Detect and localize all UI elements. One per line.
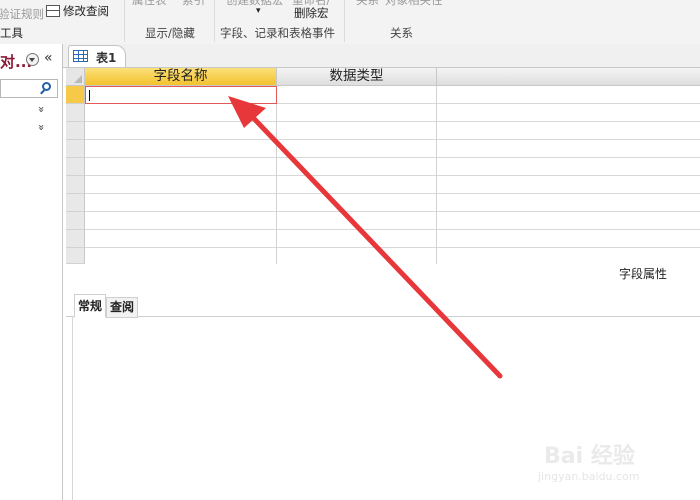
watermark: Bai 经验 jingyan.baidu.com <box>536 420 696 490</box>
watermark-url: jingyan.baidu.com <box>538 470 640 483</box>
tab-general[interactable]: 常规 <box>74 294 107 318</box>
watermark-brand: Bai 经验 <box>544 444 635 469</box>
arrow-shaft <box>237 101 503 379</box>
